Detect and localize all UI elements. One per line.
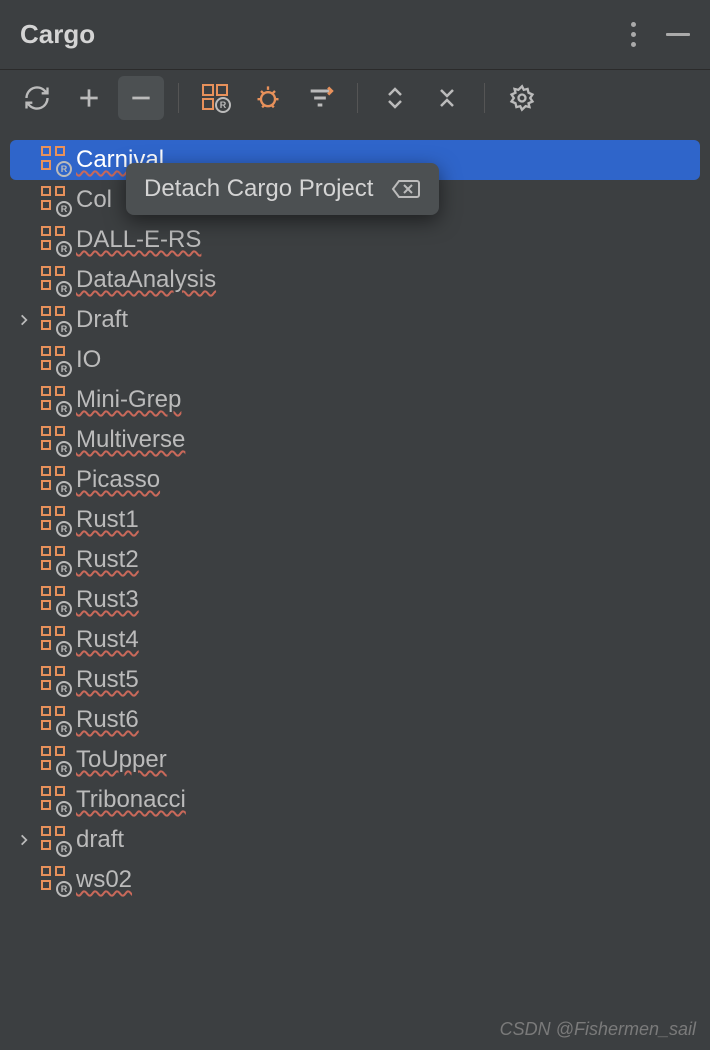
project-label: Rust3 [76, 586, 139, 614]
cargo-project-icon: R [40, 385, 70, 415]
project-label: Rust4 [76, 626, 139, 654]
keyboard-delete-icon [391, 177, 421, 201]
project-label: Multiverse [76, 426, 185, 454]
svg-text:R: R [220, 100, 227, 110]
cargo-project-icon: R [40, 625, 70, 655]
watermark: CSDN @Fishermen_sail [500, 1019, 696, 1040]
project-label: IO [76, 346, 101, 374]
project-row[interactable]: Rdraft [10, 820, 700, 860]
project-row[interactable]: RRust4 [10, 620, 700, 660]
panel-title-bar: Cargo [0, 0, 710, 70]
project-label: Rust1 [76, 506, 139, 534]
cargo-project-icon: R [40, 425, 70, 455]
add-button[interactable] [66, 76, 112, 120]
project-label: Picasso [76, 466, 160, 494]
expand-chevron-icon [14, 270, 34, 290]
project-row[interactable]: RMini-Grep [10, 380, 700, 420]
project-label: Draft [76, 306, 128, 334]
minimize-icon[interactable] [666, 33, 690, 36]
project-label: Rust5 [76, 666, 139, 694]
project-label: Mini-Grep [76, 386, 181, 414]
expand-chevron-icon [14, 670, 34, 690]
expand-chevron-icon[interactable] [14, 830, 34, 850]
project-row[interactable]: RRust6 [10, 700, 700, 740]
cargo-project-icon: R [40, 305, 70, 335]
toolbar-separator [357, 83, 358, 113]
project-row[interactable]: RRust5 [10, 660, 700, 700]
expand-chevron-icon [14, 230, 34, 250]
project-row[interactable]: RPicasso [10, 460, 700, 500]
detach-button[interactable] [118, 76, 164, 120]
panel-controls [625, 16, 690, 53]
cargo-project-icon: R [40, 225, 70, 255]
cargo-project-icon: R [40, 785, 70, 815]
expand-chevron-icon [14, 710, 34, 730]
project-row[interactable]: RRust3 [10, 580, 700, 620]
project-label: Col [76, 186, 112, 214]
cargo-project-icon: R [40, 665, 70, 695]
cargo-project-icon: R [40, 345, 70, 375]
project-row[interactable]: RMultiverse [10, 420, 700, 460]
expand-chevron-icon [14, 630, 34, 650]
debug-icon[interactable] [245, 76, 291, 120]
toolbar-separator [178, 83, 179, 113]
project-row[interactable]: RIO [10, 340, 700, 380]
more-options-icon[interactable] [625, 16, 642, 53]
cargo-project-icon: R [40, 185, 70, 215]
expand-chevron-icon [14, 190, 34, 210]
project-row[interactable]: RDataAnalysis [10, 260, 700, 300]
cargo-project-icon: R [40, 865, 70, 895]
cargo-crate-icon[interactable]: R [193, 76, 239, 120]
expand-chevron-icon [14, 590, 34, 610]
panel-title: Cargo [20, 19, 95, 50]
settings-button[interactable] [499, 76, 545, 120]
expand-chevron-icon [14, 790, 34, 810]
cargo-project-icon: R [40, 505, 70, 535]
cargo-project-icon: R [40, 745, 70, 775]
toolbar-separator [484, 83, 485, 113]
project-label: DALL-E-RS [76, 226, 201, 254]
expand-all-button[interactable] [372, 76, 418, 120]
project-row[interactable]: RRust2 [10, 540, 700, 580]
project-row[interactable]: RToUpper [10, 740, 700, 780]
expand-chevron-icon [14, 470, 34, 490]
cargo-project-icon: R [40, 545, 70, 575]
expand-chevron-icon [14, 550, 34, 570]
cargo-project-icon: R [40, 265, 70, 295]
expand-chevron-icon [14, 390, 34, 410]
project-row[interactable]: Rws02 [10, 860, 700, 900]
expand-chevron-icon [14, 150, 34, 170]
project-row[interactable]: RRust1 [10, 500, 700, 540]
project-label: Rust2 [76, 546, 139, 574]
expand-chevron-icon [14, 750, 34, 770]
project-row[interactable]: RDraft [10, 300, 700, 340]
collapse-all-button[interactable] [424, 76, 470, 120]
cargo-project-icon: R [40, 705, 70, 735]
cargo-project-icon: R [40, 145, 70, 175]
cargo-project-icon: R [40, 825, 70, 855]
expand-chevron-icon [14, 430, 34, 450]
context-menu[interactable]: Detach Cargo Project [126, 163, 439, 215]
project-label: ws02 [76, 866, 132, 894]
filter-icon[interactable] [297, 76, 343, 120]
toolbar: R [0, 70, 710, 126]
expand-chevron-icon [14, 350, 34, 370]
expand-chevron-icon [14, 870, 34, 890]
project-row[interactable]: RDALL-E-RS [10, 220, 700, 260]
project-label: ToUpper [76, 746, 167, 774]
project-label: Tribonacci [76, 786, 186, 814]
expand-chevron-icon[interactable] [14, 310, 34, 330]
refresh-button[interactable] [14, 76, 60, 120]
project-tree: RCarnivalRColRDALL-E-RSRDataAnalysisRDra… [0, 126, 710, 900]
cargo-project-icon: R [40, 465, 70, 495]
project-label: DataAnalysis [76, 266, 216, 294]
project-label: draft [76, 826, 124, 854]
context-menu-label: Detach Cargo Project [144, 175, 373, 203]
cargo-project-icon: R [40, 585, 70, 615]
project-row[interactable]: RTribonacci [10, 780, 700, 820]
project-label: Rust6 [76, 706, 139, 734]
expand-chevron-icon [14, 510, 34, 530]
